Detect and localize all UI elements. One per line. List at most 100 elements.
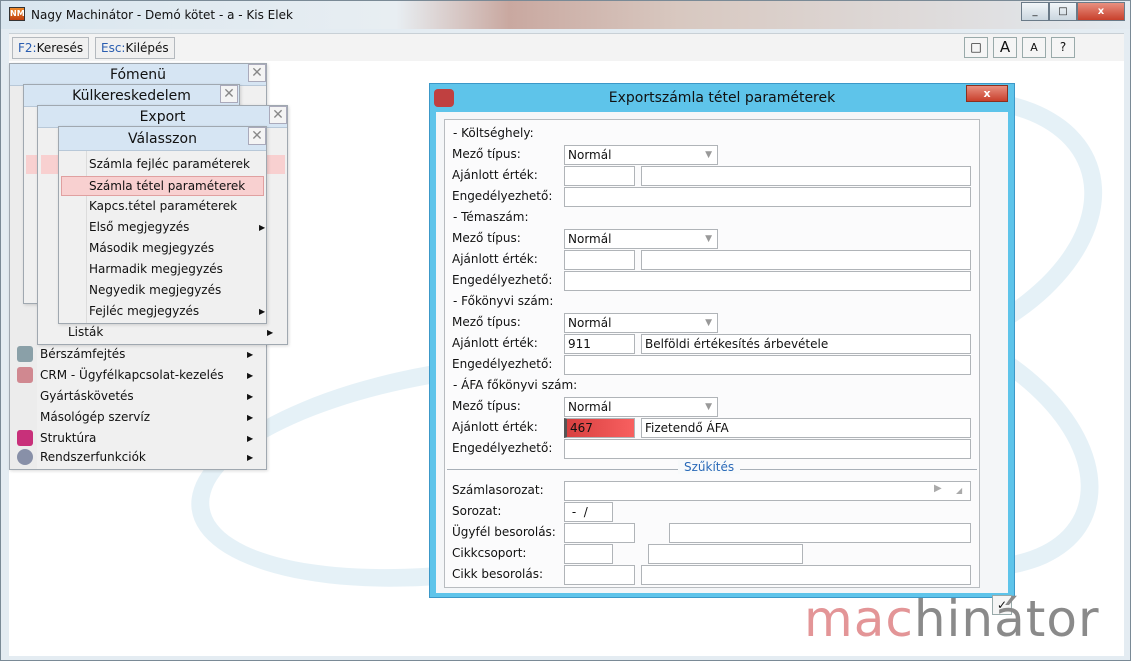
item-group-code-input[interactable]: [564, 544, 613, 564]
dialog-body: - Költséghely: Mező típus: Normál ▼ Ajánlott…: [436, 112, 1012, 615]
field-type-select[interactable]: Normál ▼: [564, 145, 718, 165]
menu-item-first-note[interactable]: Első megjegyzés ▶: [89, 217, 269, 238]
close-icon[interactable]: ✕: [269, 106, 287, 124]
exit-button[interactable]: Esc:Kilépés: [95, 37, 175, 59]
menu-item-payroll[interactable]: Bérszámfejtés ▶: [40, 344, 266, 365]
item-group-name-input[interactable]: [648, 544, 803, 564]
submenu-arrow-icon: ▶: [247, 392, 254, 401]
font-larger-button[interactable]: A: [993, 37, 1017, 58]
close-window-button[interactable]: x: [1077, 2, 1125, 21]
main-menu-title: Fómenü: [10, 64, 266, 86]
crm-icon: [17, 367, 33, 383]
menu-item-label: Másológép szervíz: [40, 410, 151, 424]
menu-item-line-params[interactable]: Számla tétel paraméterek: [61, 176, 264, 196]
chevron-down-icon: ▼: [705, 150, 712, 160]
suggested-code-input[interactable]: [564, 250, 635, 270]
item-class-name-input[interactable]: [641, 565, 971, 585]
section-title: - Főkönyvi szám:: [453, 294, 554, 308]
app-icon: NM: [9, 7, 25, 21]
menu-item-lists[interactable]: Listák ▶: [68, 322, 283, 343]
menu-item-linked-params[interactable]: Kapcs.tétel paraméterek: [89, 196, 265, 217]
params-panel: - Költséghely: Mező típus: Normál ▼ Ajánlott…: [444, 119, 980, 588]
series-input[interactable]: - /: [564, 502, 613, 522]
menu-item-header-note[interactable]: Fejléc megjegyzés ▶: [89, 301, 265, 322]
close-icon[interactable]: ✕: [248, 127, 266, 145]
font-smaller-button[interactable]: A: [1022, 37, 1046, 58]
menu-item-label: Gyártáskövetés: [40, 389, 134, 403]
series-label: Sorozat:: [452, 504, 502, 518]
search-label: Keresés: [36, 41, 84, 55]
menu-item-structure[interactable]: Struktúra ▶: [40, 428, 266, 449]
allowed-input[interactable]: [564, 439, 971, 459]
maximize-button[interactable]: □: [1049, 2, 1077, 21]
chevron-down-icon: ▼: [705, 234, 712, 244]
payroll-icon: [17, 346, 33, 362]
help-button[interactable]: ?: [1051, 37, 1075, 58]
narrowing-title: Szűkítés: [678, 460, 741, 474]
logo-part1: mac: [804, 590, 914, 648]
suggested-code-input[interactable]: 467: [564, 418, 635, 438]
app-window: NM Nagy Machinátor - Demó kötet - a - Ki…: [0, 0, 1131, 661]
menu-item-fourth-note[interactable]: Negyedik megjegyzés: [89, 280, 265, 301]
dialog-title: Exportszámla tétel paraméterek: [608, 90, 836, 106]
window-title: Nagy Machinátor - Demó kötet - a - Kis E…: [31, 8, 293, 22]
allowed-label: Engedélyezhető:: [452, 189, 553, 203]
suggested-label: Ajánlott érték:: [452, 168, 538, 182]
menu-item-label: Kapcs.tétel paraméterek: [89, 199, 238, 213]
field-type-select[interactable]: Normál ▼: [564, 229, 718, 249]
allowed-input[interactable]: [564, 271, 971, 291]
menu-item-third-note[interactable]: Harmadik megjegyzés: [89, 259, 265, 280]
submenu-arrow-icon: ▶: [247, 413, 254, 422]
suggested-name-input[interactable]: [641, 166, 971, 186]
select-value: Normál: [568, 232, 612, 246]
customer-class-code-input[interactable]: [564, 523, 635, 543]
foreign-trade-menu-title: Külkereskedelem: [24, 85, 239, 107]
allowed-label: Engedélyezhető:: [452, 357, 553, 371]
menu-item-copier-service[interactable]: Másológép szervíz ▶: [40, 407, 266, 428]
structure-icon: [17, 430, 33, 446]
exit-shortcut: Esc:: [101, 41, 126, 55]
invoice-series-select[interactable]: [564, 481, 971, 501]
exit-label: Kilépés: [125, 41, 169, 55]
submenu-arrow-icon: ▶: [247, 371, 254, 380]
window-mode-button[interactable]: □: [964, 37, 988, 58]
allowed-label: Engedélyezhető:: [452, 273, 553, 287]
menu-item-label: Első megjegyzés: [89, 220, 190, 234]
suggested-label: Ajánlott érték:: [452, 336, 538, 350]
suggested-name-input[interactable]: Belföldi értékesítés árbevétele: [641, 334, 971, 354]
gears-icon: [17, 449, 33, 465]
menu-item-label: Rendszerfunkciók: [40, 450, 146, 464]
menu-item-label: Struktúra: [40, 431, 97, 445]
allowed-input[interactable]: [564, 187, 971, 207]
customer-class-label: Ügyfél besorolás:: [452, 525, 556, 539]
menu-item-production[interactable]: Gyártáskövetés ▶: [40, 386, 266, 407]
field-type-select[interactable]: Normál ▼: [564, 313, 718, 333]
suggested-code-input[interactable]: [564, 166, 635, 186]
field-type-label: Mező típus:: [452, 399, 521, 413]
menu-item-crm[interactable]: CRM - Ügyfélkapcsolat-kezelés ▶: [40, 365, 266, 386]
menu-item-second-note[interactable]: Második megjegyzés: [89, 238, 265, 259]
submenu-arrow-icon: ▶: [267, 328, 274, 337]
close-icon[interactable]: ✕: [248, 64, 266, 82]
logo-part2: hinátor: [913, 590, 1100, 648]
suggested-name-input[interactable]: Fizetendő ÁFA: [641, 418, 971, 438]
field-type-select[interactable]: Normál ▼: [564, 397, 718, 417]
customer-class-name-input[interactable]: [669, 523, 971, 543]
close-icon[interactable]: ✕: [220, 85, 238, 103]
allowed-input[interactable]: [564, 355, 971, 375]
submenu-arrow-icon: ▶: [247, 350, 254, 359]
menu-item-label: Bérszámfejtés: [40, 347, 126, 361]
select-value: Normál: [568, 316, 612, 330]
menu-item-header-params[interactable]: Számla fejléc paraméterek: [89, 154, 265, 175]
menu-item-label: Számla tétel paraméterek: [89, 179, 246, 193]
suggested-code-input[interactable]: 911: [564, 334, 635, 354]
menu-item-label: Fejléc megjegyzés: [89, 304, 200, 318]
suggested-name-input[interactable]: [641, 250, 971, 270]
choose-menu: Válasszon ✕ Számla fejléc paraméterek Sz…: [58, 126, 267, 324]
minimize-button[interactable]: _: [1021, 2, 1049, 21]
menu-item-system[interactable]: Rendszerfunkciók ▶: [40, 447, 266, 468]
dialog-close-button[interactable]: x: [966, 85, 1008, 102]
field-type-label: Mező típus:: [452, 231, 521, 245]
search-button[interactable]: F2:Keresés: [12, 37, 90, 59]
item-class-code-input[interactable]: [564, 565, 635, 585]
